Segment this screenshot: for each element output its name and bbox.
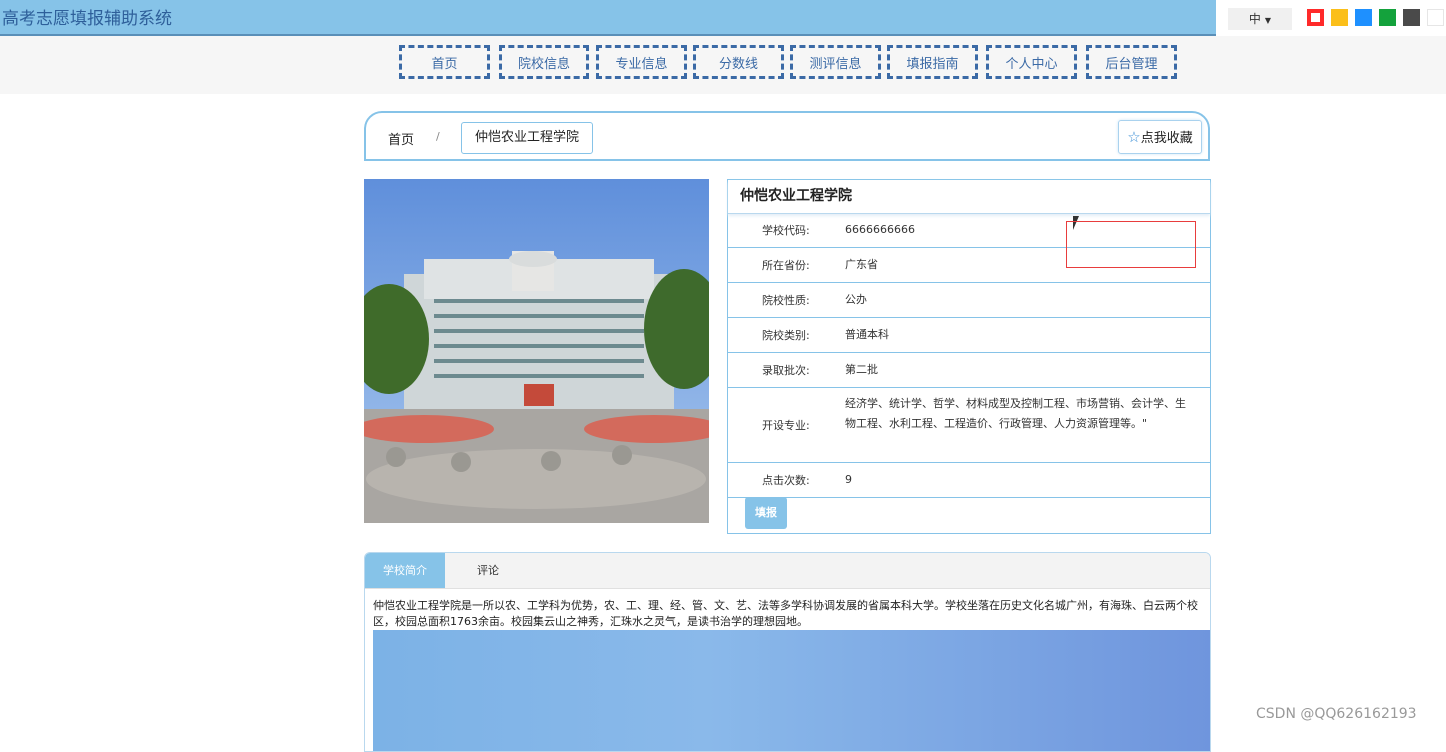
info-row-nature: 院校性质: 公办 [728,283,1210,318]
info-row-category: 院校类别: 普通本科 [728,318,1210,353]
nav-home[interactable]: 首页 [399,45,490,79]
school-name: 仲恺农业工程学院 [728,180,1210,214]
apply-button[interactable]: 填报 [745,497,787,529]
info-value: 第二批 [845,363,878,376]
tab-bar: 学校简介 评论 [365,553,1210,589]
favorite-button[interactable]: ☆点我收藏 [1118,120,1202,154]
theme-swatch-blue[interactable] [1355,9,1372,26]
app-title: 高考志愿填报辅助系统 [2,9,172,29]
theme-swatch-gray[interactable] [1403,9,1420,26]
star-icon: ☆ [1127,128,1141,146]
info-row-batch: 录取批次: 第二批 [728,353,1210,388]
info-value: 9 [845,473,852,486]
highlight-box [1066,221,1196,268]
nav-admin[interactable]: 后台管理 [1086,45,1177,79]
breadcrumb: 首页 / 仲恺农业工程学院 ☆点我收藏 [364,111,1210,161]
info-value: 普通本科 [845,328,889,341]
top-header-bar: 高考志愿填报辅助系统 [0,0,1216,36]
nav-score-line[interactable]: 分数线 [693,45,784,79]
info-row-majors: 开设专业: 经济学、统计学、哲学、材料成型及控制工程、市场营销、会计学、生物工程… [728,388,1210,463]
language-select[interactable]: 中 ▼ [1228,8,1292,30]
top-right-toolbar: 中 ▼ [1216,0,1446,36]
favorite-label: 点我收藏 [1140,131,1193,146]
tabs-panel: 学校简介 评论 仲恺农业工程学院是一所以农、工学科为优势，农、工、理、经、管、文… [364,552,1211,752]
info-value: 经济学、统计学、哲学、材料成型及控制工程、市场营销、会计学、生物工程、水利工程、… [845,397,1186,430]
nav-personal-center[interactable]: 个人中心 [986,45,1077,79]
nav-guide[interactable]: 填报指南 [887,45,978,79]
breadcrumb-home[interactable]: 首页 [388,129,414,148]
nav-assessment[interactable]: 测评信息 [790,45,881,79]
info-key: 所在省份: [762,259,810,272]
main-nav: 首页 院校信息 专业信息 分数线 测评信息 填报指南 个人中心 后台管理 [0,36,1446,94]
info-row-clicks: 点击次数: 9 [728,463,1210,498]
caret-down-icon: ▼ [1264,16,1272,25]
info-key: 学校代码: [762,224,810,237]
watermark: CSDN @QQ626162193 [1256,706,1417,722]
tab-school-intro[interactable]: 学校简介 [365,553,445,588]
info-value: 公办 [845,293,867,306]
theme-swatch-yellow[interactable] [1331,9,1348,26]
breadcrumb-current: 仲恺农业工程学院 [461,122,594,154]
theme-swatch-red[interactable] [1307,9,1324,26]
language-label: 中 [1248,12,1261,26]
school-intro-text: 仲恺农业工程学院是一所以农、工学科为优势，农、工、理、经、管、文、艺、法等多学科… [373,599,1198,628]
breadcrumb-separator: / [436,130,440,143]
info-key: 录取批次: [762,364,810,377]
school-photo [364,179,709,523]
info-key: 院校类别: [762,329,810,342]
theme-swatch-green[interactable] [1379,9,1396,26]
info-key: 点击次数: [762,474,810,487]
tab-comments[interactable]: 评论 [455,553,521,588]
theme-swatch-white[interactable] [1427,9,1444,26]
info-key: 院校性质: [762,294,810,307]
info-key: 开设专业: [762,419,810,432]
nav-school-info[interactable]: 院校信息 [499,45,589,79]
nav-major-info[interactable]: 专业信息 [596,45,687,79]
